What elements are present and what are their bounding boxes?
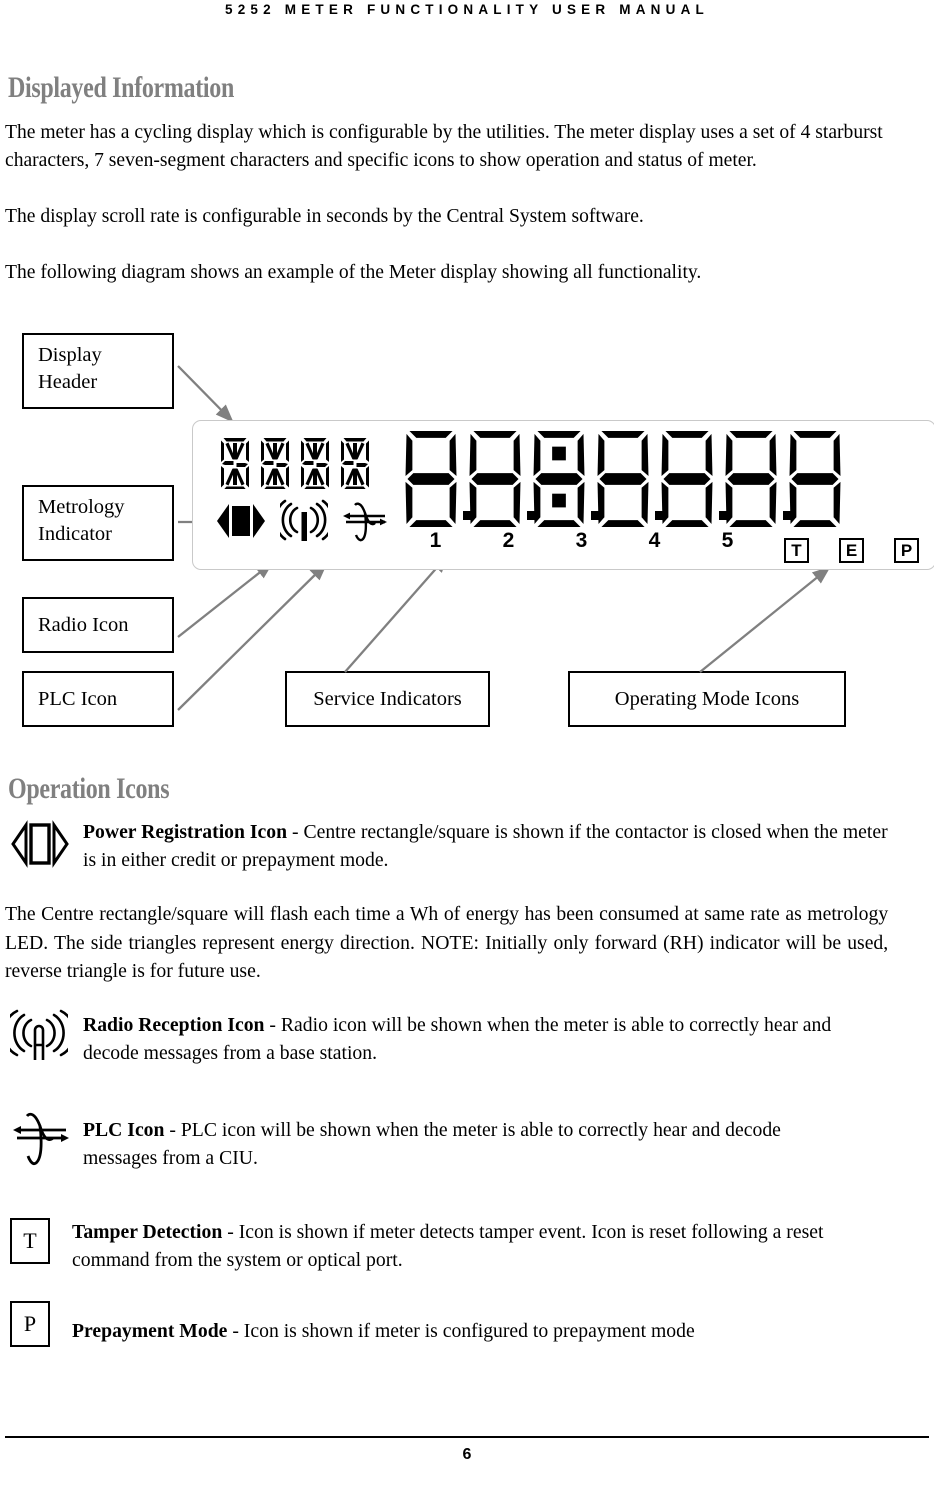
icon-entry-title: Radio Reception Icon <box>83 1014 265 1036</box>
starburst-character <box>261 438 289 489</box>
icon-entry-dash: - <box>164 1119 181 1141</box>
tamper-letter-box: T <box>10 1218 50 1264</box>
digit-index-label: 5 <box>721 529 734 552</box>
paragraph-scroll-rate: The display scroll rate is configurable … <box>5 205 644 227</box>
icon-entry-dash: - <box>222 1221 239 1243</box>
icon-entry-dash: - <box>227 1320 244 1342</box>
seven-segment-digit <box>399 429 472 527</box>
radio-icon <box>280 499 328 541</box>
icon-entry-description: Tamper Detection - Icon is shown if mete… <box>72 1218 869 1274</box>
callout-label-line: Display <box>38 344 102 366</box>
digit-index-label: 4 <box>648 529 661 552</box>
callout-display-header: Display Header <box>22 333 174 409</box>
page-number: 6 <box>462 1446 472 1463</box>
seven-segment-digit <box>783 429 847 527</box>
digit-index-label: 1 <box>429 529 442 552</box>
callout-label-line: Header <box>38 371 98 393</box>
seven-segment-digit <box>719 429 792 527</box>
digit-index-label: 2 <box>502 529 515 552</box>
callout-radio-icon: Radio Icon <box>22 597 174 653</box>
seven-segment-digit <box>591 429 664 527</box>
seven-segment-digit-with-colon <box>527 429 600 527</box>
paragraph-following-diagram: The following diagram shows an example o… <box>5 261 702 283</box>
icon-entry-title: Power Registration Icon <box>83 821 288 843</box>
callout-operating-mode-icons: Operating Mode Icons <box>568 671 846 727</box>
icon-entry-title: Tamper Detection <box>72 1221 223 1243</box>
starburst-character <box>301 438 329 489</box>
metrology-indicator-icon <box>217 504 265 538</box>
plc-icon <box>10 1106 72 1175</box>
prepayment-letter-box: P <box>10 1301 50 1347</box>
prepayment-badge: P <box>894 538 919 563</box>
icon-entry-description: Radio Reception Icon - Radio icon will b… <box>83 1011 851 1067</box>
digit-index-label: 3 <box>575 529 588 552</box>
callout-service-indicators: Service Indicators <box>285 671 490 727</box>
icon-entry-title: Prepayment Mode <box>72 1320 228 1342</box>
callout-label-line: Indicator <box>38 523 112 545</box>
operating-mode-badges: T E P <box>784 538 919 563</box>
section-heading-operation-icons: Operation Icons <box>8 772 170 805</box>
digit-index-row: 1 2 3 4 5 <box>399 529 764 553</box>
power-registration-icon <box>10 818 70 875</box>
running-header: 5252 METER FUNCTIONALITY USER MANUAL <box>225 2 709 17</box>
seven-segment-digit <box>655 429 728 527</box>
paragraph-centre-rectangle: The Centre rectangle/square will flash e… <box>5 903 889 982</box>
icon-entry-description: Power Registration Icon - Centre rectang… <box>83 818 894 874</box>
plc-icon <box>343 502 387 542</box>
icon-entry-dash: - <box>264 1014 281 1036</box>
radio-reception-icon <box>2 1008 76 1067</box>
seven-segment-digit <box>463 429 536 527</box>
paragraph-intro: The meter has a cycling display which is… <box>5 121 883 171</box>
callout-metrology-indicator: Metrology Indicator <box>22 485 174 561</box>
icon-entry-body: Icon is shown if meter is configured to … <box>243 1320 695 1342</box>
lcd-service-icon-row <box>215 497 389 545</box>
footer-rule <box>5 1436 929 1438</box>
icon-entry-body: PLC icon will be shown when the meter is… <box>83 1119 781 1169</box>
callout-plc-icon: PLC Icon <box>22 671 174 727</box>
callout-label-line: Metrology <box>38 496 125 518</box>
starburst-character <box>221 438 249 489</box>
icon-entry-description: Prepayment Mode - Icon is shown if meter… <box>72 1317 869 1345</box>
icon-entry-title: PLC Icon <box>83 1119 165 1141</box>
starburst-character <box>341 438 369 489</box>
starburst-character-row <box>219 437 371 489</box>
tamper-badge: T <box>784 538 809 563</box>
icon-entry-description: PLC Icon - PLC icon will be shown when t… <box>83 1116 851 1172</box>
section-heading-displayed-information: Displayed Information <box>8 71 234 104</box>
icon-entry-dash: - <box>287 821 304 843</box>
emergency-credit-badge: E <box>839 538 864 563</box>
seven-segment-digit-row <box>399 429 847 527</box>
